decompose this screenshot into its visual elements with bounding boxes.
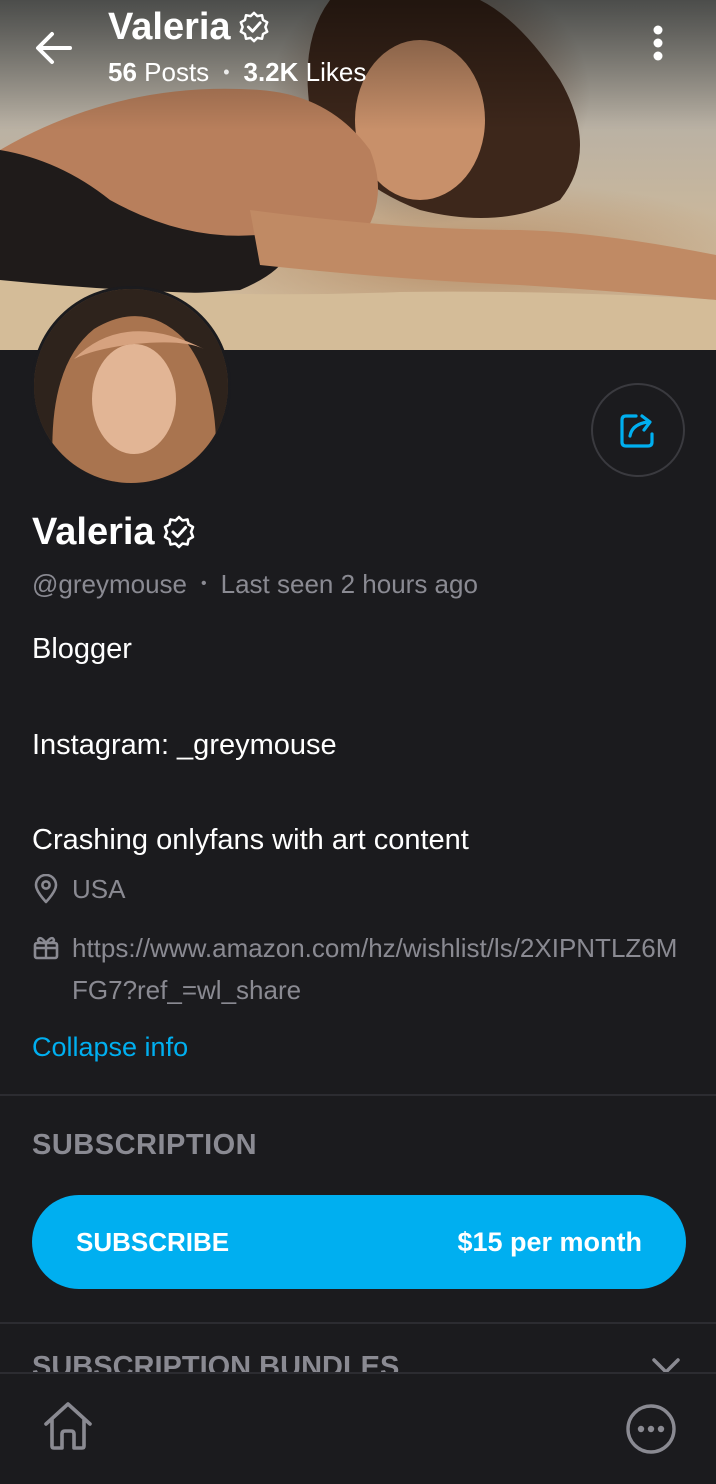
nav-home-button[interactable] <box>40 1398 96 1454</box>
avatar[interactable] <box>31 286 231 486</box>
location-text: USA <box>72 874 126 904</box>
header-name: Valeria <box>108 6 231 48</box>
profile-name-row: Valeria <box>32 510 197 554</box>
profile-handle: @greymouse <box>32 569 188 599</box>
likes-label: Likes <box>305 57 367 87</box>
back-button[interactable] <box>30 24 78 72</box>
subscribe-price: $15 per month <box>457 1226 642 1257</box>
home-icon <box>44 1402 92 1450</box>
more-options-button[interactable] <box>638 22 678 66</box>
subscribe-button[interactable]: SUBSCRIBE $15 per month <box>32 1195 686 1289</box>
posts-label: Posts <box>144 57 210 87</box>
avatar-photo <box>34 289 228 483</box>
subscription-bundles-title: SUBSCRIPTION BUNDLES <box>32 1351 400 1372</box>
header-title: Valeria <box>108 6 271 48</box>
subscribe-label: SUBSCRIBE <box>76 1226 230 1257</box>
share-button[interactable] <box>591 383 685 477</box>
profile-handle-row: @greymouse • Last seen 2 hours ago <box>32 566 478 602</box>
likes-count: 3.2K <box>243 57 299 87</box>
wishlist-row: https://www.amazon.com/hz/wishlist/ls/2X… <box>32 927 682 1011</box>
verified-badge-icon <box>163 515 194 549</box>
chevron-down-icon <box>652 1358 680 1372</box>
profile-name: Valeria <box>32 511 155 553</box>
verified-badge-icon <box>239 11 269 43</box>
bio-line: Crashing onlyfans with art content <box>32 824 469 856</box>
nav-more-button[interactable] <box>624 1402 678 1456</box>
bio-line: Instagram: _greymouse <box>32 729 337 761</box>
bottom-navigation <box>0 1372 716 1484</box>
divider <box>0 1094 716 1096</box>
subscription-section-title: SUBSCRIPTION <box>32 1129 258 1161</box>
header-stats: 56 Posts • 3.2K Likes <box>108 54 366 90</box>
location-pin-icon <box>34 874 58 904</box>
more-horizontal-icon <box>626 1404 676 1454</box>
subscription-bundles-row[interactable]: SUBSCRIPTION BUNDLES <box>0 1324 716 1372</box>
handle-separator: • <box>201 575 207 592</box>
wishlist-link[interactable]: https://www.amazon.com/hz/wishlist/ls/2X… <box>72 927 682 1011</box>
gift-icon <box>33 936 59 960</box>
vertical-dots-icon <box>653 25 663 61</box>
collapse-info-link[interactable]: Collapse info <box>32 1028 188 1066</box>
last-seen-text: Last seen 2 hours ago <box>220 569 478 599</box>
top-bar: Valeria 56 Posts • 3.2K Likes <box>0 0 716 100</box>
stats-separator: • <box>223 62 230 82</box>
posts-count: 56 <box>108 57 137 87</box>
arrow-left-icon <box>36 32 72 64</box>
bio-line: Blogger <box>32 633 132 665</box>
location-row: USA <box>32 868 682 910</box>
share-icon <box>620 414 654 448</box>
